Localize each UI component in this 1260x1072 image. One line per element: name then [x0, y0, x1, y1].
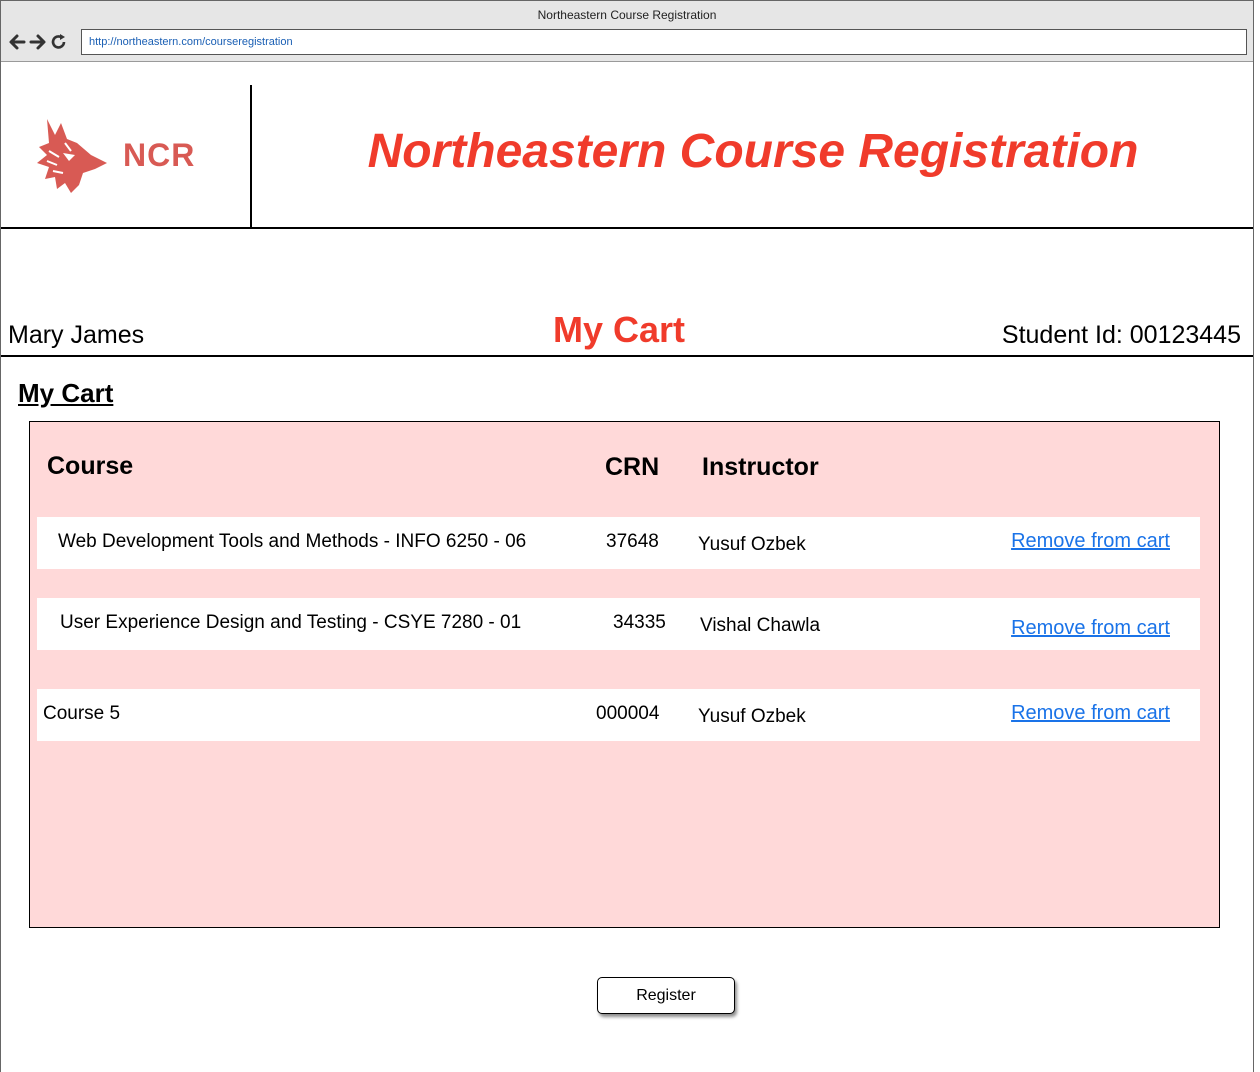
forward-arrow-icon[interactable] [29, 32, 47, 52]
column-header-crn: CRN [605, 453, 660, 481]
cart-row: Course 5 000004 Yusuf Ozbek Remove from … [37, 689, 1200, 741]
remove-from-cart-link[interactable]: Remove from cart [1011, 617, 1170, 640]
site-header: NCR Northeastern Course Registration [1, 62, 1253, 229]
course-name: Course 5 [43, 703, 121, 724]
column-header-course: Course [47, 452, 134, 480]
browser-window: Northeastern Course Registration http://… [0, 0, 1254, 1072]
cart-section-title: My Cart [18, 378, 114, 408]
course-instructor: Yusuf Ozbek [698, 706, 806, 727]
student-id: Student Id: 00123445 [1001, 321, 1241, 349]
cart-panel: Course CRN Instructor Web Development To… [29, 421, 1220, 928]
back-arrow-icon[interactable] [8, 32, 26, 52]
user-info-bar: Mary James My Cart Student Id: 00123445 [1, 301, 1253, 357]
reload-icon[interactable] [50, 32, 68, 52]
url-bar[interactable]: http://northeastern.com/courseregistrati… [81, 29, 1247, 55]
logo-text: NCR [123, 137, 196, 173]
window-title: Northeastern Course Registration [537, 8, 717, 22]
course-instructor: Vishal Chawla [700, 615, 821, 636]
course-name: Web Development Tools and Methods - INFO… [58, 531, 527, 552]
logo-area: NCR [1, 85, 252, 229]
course-crn: 34335 [613, 612, 666, 633]
browser-titlebar: Northeastern Course Registration http://… [1, 1, 1253, 62]
remove-from-cart-link[interactable]: Remove from cart [1011, 702, 1170, 725]
register-button[interactable]: Register [597, 977, 735, 1014]
remove-from-cart-link[interactable]: Remove from cart [1011, 530, 1170, 553]
nav-controls [8, 32, 68, 52]
course-crn: 000004 [596, 703, 660, 724]
husky-logo-icon [37, 119, 107, 193]
site-title: Northeastern Course Registration [367, 125, 1139, 178]
cart-row: Web Development Tools and Methods - INFO… [37, 517, 1200, 569]
column-header-instructor: Instructor [702, 453, 819, 481]
course-instructor: Yusuf Ozbek [698, 534, 806, 555]
course-crn: 37648 [606, 531, 659, 552]
cart-row: User Experience Design and Testing - CSY… [37, 598, 1200, 650]
course-name: User Experience Design and Testing - CSY… [60, 612, 522, 633]
